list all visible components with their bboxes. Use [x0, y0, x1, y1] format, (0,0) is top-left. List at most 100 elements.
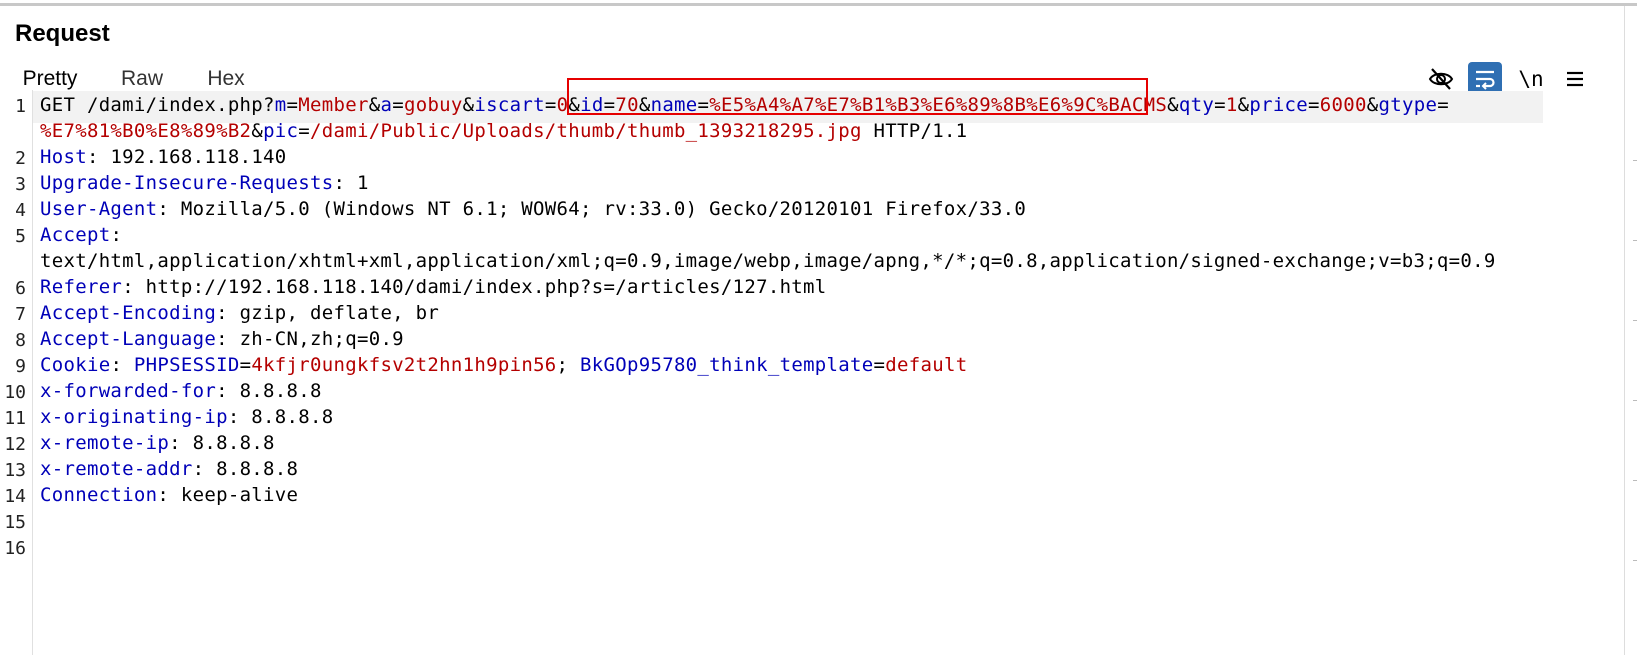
token-key: Accept-Language — [40, 328, 217, 350]
scroll-marker — [1633, 560, 1637, 561]
token-punct: : http://192.168.118.140/dami/index.php?… — [122, 276, 827, 298]
token-punct: : keep-alive — [157, 484, 299, 506]
token-punct: & — [1237, 94, 1250, 116]
token-key: Host — [40, 146, 87, 168]
token-punct: = — [1214, 94, 1226, 116]
line-number: 3 — [15, 174, 26, 195]
token-punct: = — [392, 94, 404, 116]
header-x-remote-addr: x-remote-addr: 8.8.8.8 — [40, 458, 298, 480]
token-key: price — [1249, 94, 1309, 116]
header-connection: Connection: keep-alive — [40, 484, 298, 506]
token-key: iscart — [474, 94, 545, 116]
scroll-marker — [1633, 320, 1637, 321]
token-punct: : zh-CN,zh;q=0.9 — [216, 328, 404, 350]
header-upgrade-insecure-requests: Upgrade-Insecure-Requests: 1 — [40, 172, 369, 194]
line-number: 13 — [4, 460, 26, 481]
header-x-originating-ip: x-originating-ip: 8.8.8.8 — [40, 406, 333, 428]
panel-title: Request — [15, 20, 110, 47]
token-value: 6000 — [1319, 94, 1367, 116]
token-punct: & — [1366, 94, 1379, 116]
request-editor[interactable]: GET /dami/index.php?m=Member&a=gobuy&isc… — [40, 90, 1620, 650]
token-punct: : — [110, 354, 134, 376]
token-punct: : 192.168.118.140 — [86, 146, 287, 168]
token-punct: text/html,application/xhtml+xml,applicat… — [40, 250, 1496, 272]
token-key: BkGOp95780_think_template — [580, 354, 874, 376]
line-number: 1 — [15, 96, 26, 117]
line-number-gutter: 1 2 3 4 5 6 7 8 9 10 11 12 13 14 15 16 — [0, 90, 33, 655]
token-key: Cookie — [40, 354, 111, 376]
eye-slash-icon — [1428, 68, 1454, 90]
token-value: /dami/Public/Uploads/thumb/thumb_1393218… — [310, 120, 862, 142]
token-key: x-remote-ip — [40, 432, 170, 454]
token-punct: = — [873, 354, 886, 376]
token-punct: : 8.8.8.8 — [216, 380, 322, 402]
token-key: gtype — [1378, 94, 1438, 116]
token-key: Connection — [40, 484, 158, 506]
panel-right-border — [1624, 6, 1625, 655]
token-punct: : Mozilla/5.0 (Windows NT 6.1; WOW64; rv… — [157, 198, 1027, 220]
header-accept-language: Accept-Language: zh-CN,zh;q=0.9 — [40, 328, 404, 350]
token-key: Accept-Encoding — [40, 302, 217, 324]
token-punct: : 8.8.8.8 — [227, 406, 334, 428]
token-punct: = — [1308, 94, 1320, 116]
header-host: Host: 192.168.118.140 — [40, 146, 287, 168]
header-x-forwarded-for: x-forwarded-for: 8.8.8.8 — [40, 380, 322, 402]
token-punct: ; — [556, 354, 581, 376]
word-wrap-icon — [1476, 70, 1495, 90]
token-key: x-originating-ip — [40, 406, 228, 428]
token-punct: GET /dami/index.php? — [40, 94, 275, 116]
scroll-marker — [1633, 160, 1637, 161]
token-punct: = — [1437, 94, 1449, 116]
token-value: 4kfjr0ungkfsv2t2hn1h9pin56 — [251, 354, 557, 376]
token-value: %E7%81%B0%E8%89%B2 — [40, 120, 252, 142]
token-punct: HTTP/1.1 — [861, 120, 968, 142]
highlight-annotation-box — [567, 78, 1148, 115]
token-punct: & — [368, 94, 381, 116]
header-accept-value: text/html,application/xhtml+xml,applicat… — [40, 250, 1496, 272]
token-punct: : 8.8.8.8 — [169, 432, 275, 454]
line-number: 9 — [15, 356, 26, 377]
header-user-agent: User-Agent: Mozilla/5.0 (Windows NT 6.1;… — [40, 198, 1026, 220]
line-number: 14 — [4, 486, 26, 507]
line-number: 10 — [4, 382, 26, 403]
token-key: Referer — [40, 276, 123, 298]
scroll-marker — [1633, 400, 1637, 401]
token-punct: : gzip, deflate, br — [216, 302, 440, 324]
line-number: 8 — [15, 330, 26, 351]
line-number: 7 — [15, 304, 26, 325]
line-number: 12 — [4, 434, 26, 455]
line-number: 16 — [4, 538, 26, 559]
token-key: PHPSESSID — [133, 354, 240, 376]
token-key: m — [274, 94, 287, 116]
line-number: 2 — [15, 148, 26, 169]
token-key: a — [380, 94, 393, 116]
token-key: x-remote-addr — [40, 458, 193, 480]
token-punct: = — [239, 354, 252, 376]
token-punct: = — [544, 94, 557, 116]
token-punct: : 8.8.8.8 — [192, 458, 299, 480]
token-key: qty — [1178, 94, 1215, 116]
token-key: pic — [263, 120, 299, 142]
header-cookie: Cookie: PHPSESSID=4kfjr0ungkfsv2t2hn1h9p… — [40, 354, 967, 376]
token-punct: & — [251, 120, 264, 142]
token-punct: : — [110, 224, 123, 246]
line-number: 6 — [15, 278, 26, 299]
hamburger-menu-icon — [1567, 71, 1583, 87]
line-number: 11 — [4, 408, 26, 429]
line-number: 5 — [15, 226, 26, 247]
newline-label: \n — [1518, 67, 1544, 91]
token-value: 1 — [1225, 94, 1238, 116]
token-key: Upgrade-Insecure-Requests — [40, 172, 334, 194]
header-accept-encoding: Accept-Encoding: gzip, deflate, br — [40, 302, 439, 324]
token-key: User-Agent — [40, 198, 158, 220]
token-punct: & — [462, 94, 475, 116]
token-value: Member — [298, 94, 369, 116]
scroll-marker — [1633, 240, 1637, 241]
token-key: Accept — [40, 224, 111, 246]
scroll-marker — [1633, 480, 1637, 481]
token-value: default — [885, 354, 968, 376]
token-key: x-forwarded-for — [40, 380, 217, 402]
request-line-wrap: %E7%81%B0%E8%89%B2&pic=/dami/Public/Uplo… — [40, 120, 967, 142]
header-x-remote-ip: x-remote-ip: 8.8.8.8 — [40, 432, 275, 454]
header-referer: Referer: http://192.168.118.140/dami/ind… — [40, 276, 827, 298]
